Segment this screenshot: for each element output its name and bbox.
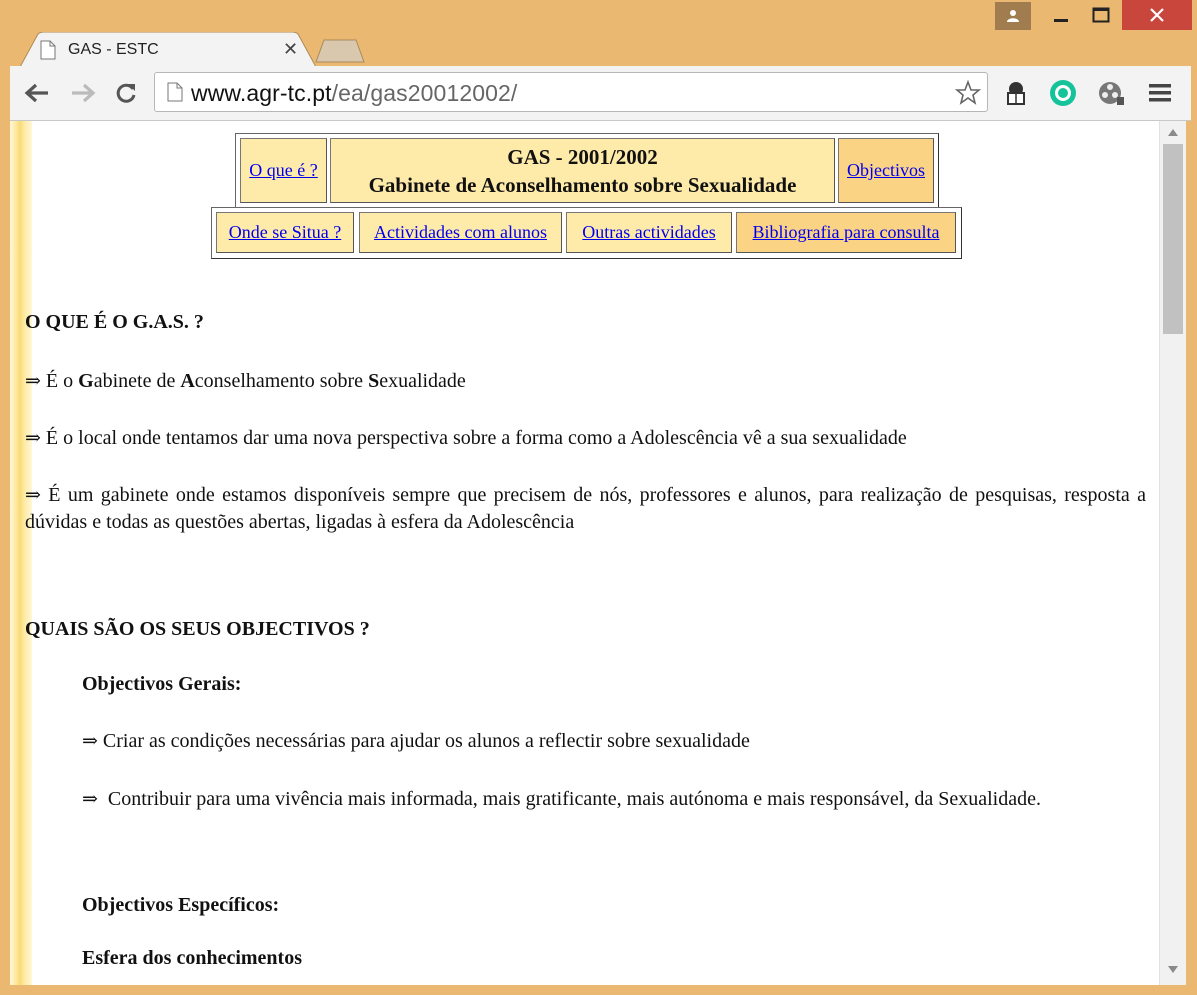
heading-objectivos-gerais: Objectivos Gerais: (82, 673, 242, 695)
nav-cell-o-que-e: O que é ? (240, 138, 327, 203)
nav-title-cell: GAS - 2001/2002 Gabinete de Aconselhamen… (330, 138, 835, 203)
user-icon (1007, 10, 1019, 22)
arrow-bullet: ⇒ (82, 730, 98, 752)
tab-close-icon[interactable]: ✕ (283, 39, 298, 60)
nav-link-onde-se-situa[interactable]: Onde se Situa ? (229, 222, 341, 243)
nav-link-objectivos[interactable]: Objectivos (847, 160, 925, 181)
reader-icon (1007, 82, 1025, 105)
url-path: /ea/gas20012002/ (331, 80, 518, 106)
nav-cell-actividades-alunos: Actividades com alunos (359, 212, 562, 253)
scrollbar-thumb[interactable] (1163, 144, 1183, 334)
address-bar[interactable]: www.agr-tc.pt/ea/gas20012002/ (154, 72, 988, 112)
arrow-bullet: ⇒ (25, 370, 41, 392)
nav-link-outras-actividades[interactable]: Outras actividades (582, 222, 715, 243)
arrow-bullet: ⇒ (82, 788, 98, 810)
forward-button[interactable] (68, 78, 98, 108)
tab-title: GAS - ESTC (68, 41, 159, 58)
heading-esfera-conhecimentos: Esfera dos conhecimentos (82, 947, 302, 969)
page-icon (167, 82, 183, 102)
paragraph-local: ⇒ É o local onde tentamos dar uma nova p… (25, 427, 907, 449)
arrow-bullet: ⇒ (25, 484, 41, 506)
heading-objectivos-especificos: Objectivos Específicos: (82, 894, 280, 916)
browser-window: GAS - ESTC ✕ www.agr-tc.pt/ea/gas2001200… (0, 0, 1197, 995)
scroll-down-arrow-icon[interactable] (1168, 966, 1178, 973)
close-window-button[interactable] (1122, 0, 1192, 30)
vertical-scrollbar[interactable] (1159, 121, 1186, 985)
back-arrow-icon (24, 83, 48, 103)
nav-link-actividades-alunos[interactable]: Actividades com alunos (374, 222, 547, 243)
paragraph-gerais-1: ⇒ Criar as condições necessárias para aj… (82, 730, 750, 752)
page-viewport: O que é ? GAS - 2001/2002 Gabinete de Ac… (10, 121, 1159, 985)
nav-table-top: O que é ? GAS - 2001/2002 Gabinete de Ac… (235, 133, 939, 208)
new-tab-button[interactable] (314, 38, 366, 69)
hamburger-menu-icon (1149, 84, 1171, 102)
back-button[interactable] (22, 78, 52, 108)
user-profile-button[interactable] (995, 2, 1031, 30)
nav-table-bottom: Onde se Situa ? Actividades com alunos O… (211, 207, 962, 259)
page-content: O que é ? GAS - 2001/2002 Gabinete de Ac… (10, 121, 1159, 985)
reader-extension-button[interactable] (1001, 78, 1031, 108)
nav-cell-bibliografia: Bibliografia para consulta (736, 212, 956, 253)
arrow-bullet: ⇒ (25, 427, 41, 449)
reload-icon (116, 83, 136, 103)
url-text: www.agr-tc.pt/ea/gas20012002/ (191, 80, 517, 107)
forward-arrow-icon (72, 83, 96, 103)
bookmark-star-icon[interactable] (955, 80, 981, 106)
grammarly-extension-button[interactable] (1048, 78, 1078, 108)
paragraph-definition: ⇒ É o Gabinete de Aconselhamento sobre S… (25, 370, 466, 392)
paragraph-gerais-2: ⇒ Contribuir para uma vivência mais info… (82, 788, 1041, 810)
maximize-icon (1092, 7, 1110, 23)
nav-cell-onde-se-situa: Onde se Situa ? (216, 212, 354, 253)
site-title-year: GAS - 2001/2002 (507, 144, 658, 169)
grammarly-icon (1050, 80, 1076, 106)
nav-cell-outras-actividades: Outras actividades (566, 212, 732, 253)
menu-button[interactable] (1145, 78, 1175, 108)
scroll-up-arrow-icon[interactable] (1168, 129, 1178, 136)
film-reel-icon (1099, 82, 1124, 105)
close-icon (1150, 8, 1164, 22)
heading-objectivos: QUAIS SÃO OS SEUS OBJECTIVOS ? (25, 618, 370, 640)
browser-toolbar: www.agr-tc.pt/ea/gas20012002/ (10, 66, 1191, 121)
nav-cell-objectivos: Objectivos (838, 138, 934, 203)
paragraph-gabinete: ⇒ É um gabinete onde estamos disponíveis… (25, 484, 1147, 533)
site-title-name: Gabinete de Aconselhamento sobre Sexuali… (368, 172, 797, 197)
video-extension-button[interactable] (1096, 78, 1126, 108)
minimize-icon (1054, 19, 1068, 22)
maximize-button[interactable] (1082, 0, 1120, 30)
page-icon (40, 40, 56, 60)
minimize-button[interactable] (1042, 0, 1080, 30)
nav-link-bibliografia[interactable]: Bibliografia para consulta (753, 222, 940, 243)
url-host: www.agr-tc.pt (191, 80, 332, 106)
reload-button[interactable] (111, 78, 141, 108)
nav-link-o-que-e[interactable]: O que é ? (249, 160, 317, 181)
tab-active[interactable]: GAS - ESTC ✕ (20, 32, 317, 68)
heading-o-que-e: O QUE É O G.A.S. ? (25, 311, 204, 333)
